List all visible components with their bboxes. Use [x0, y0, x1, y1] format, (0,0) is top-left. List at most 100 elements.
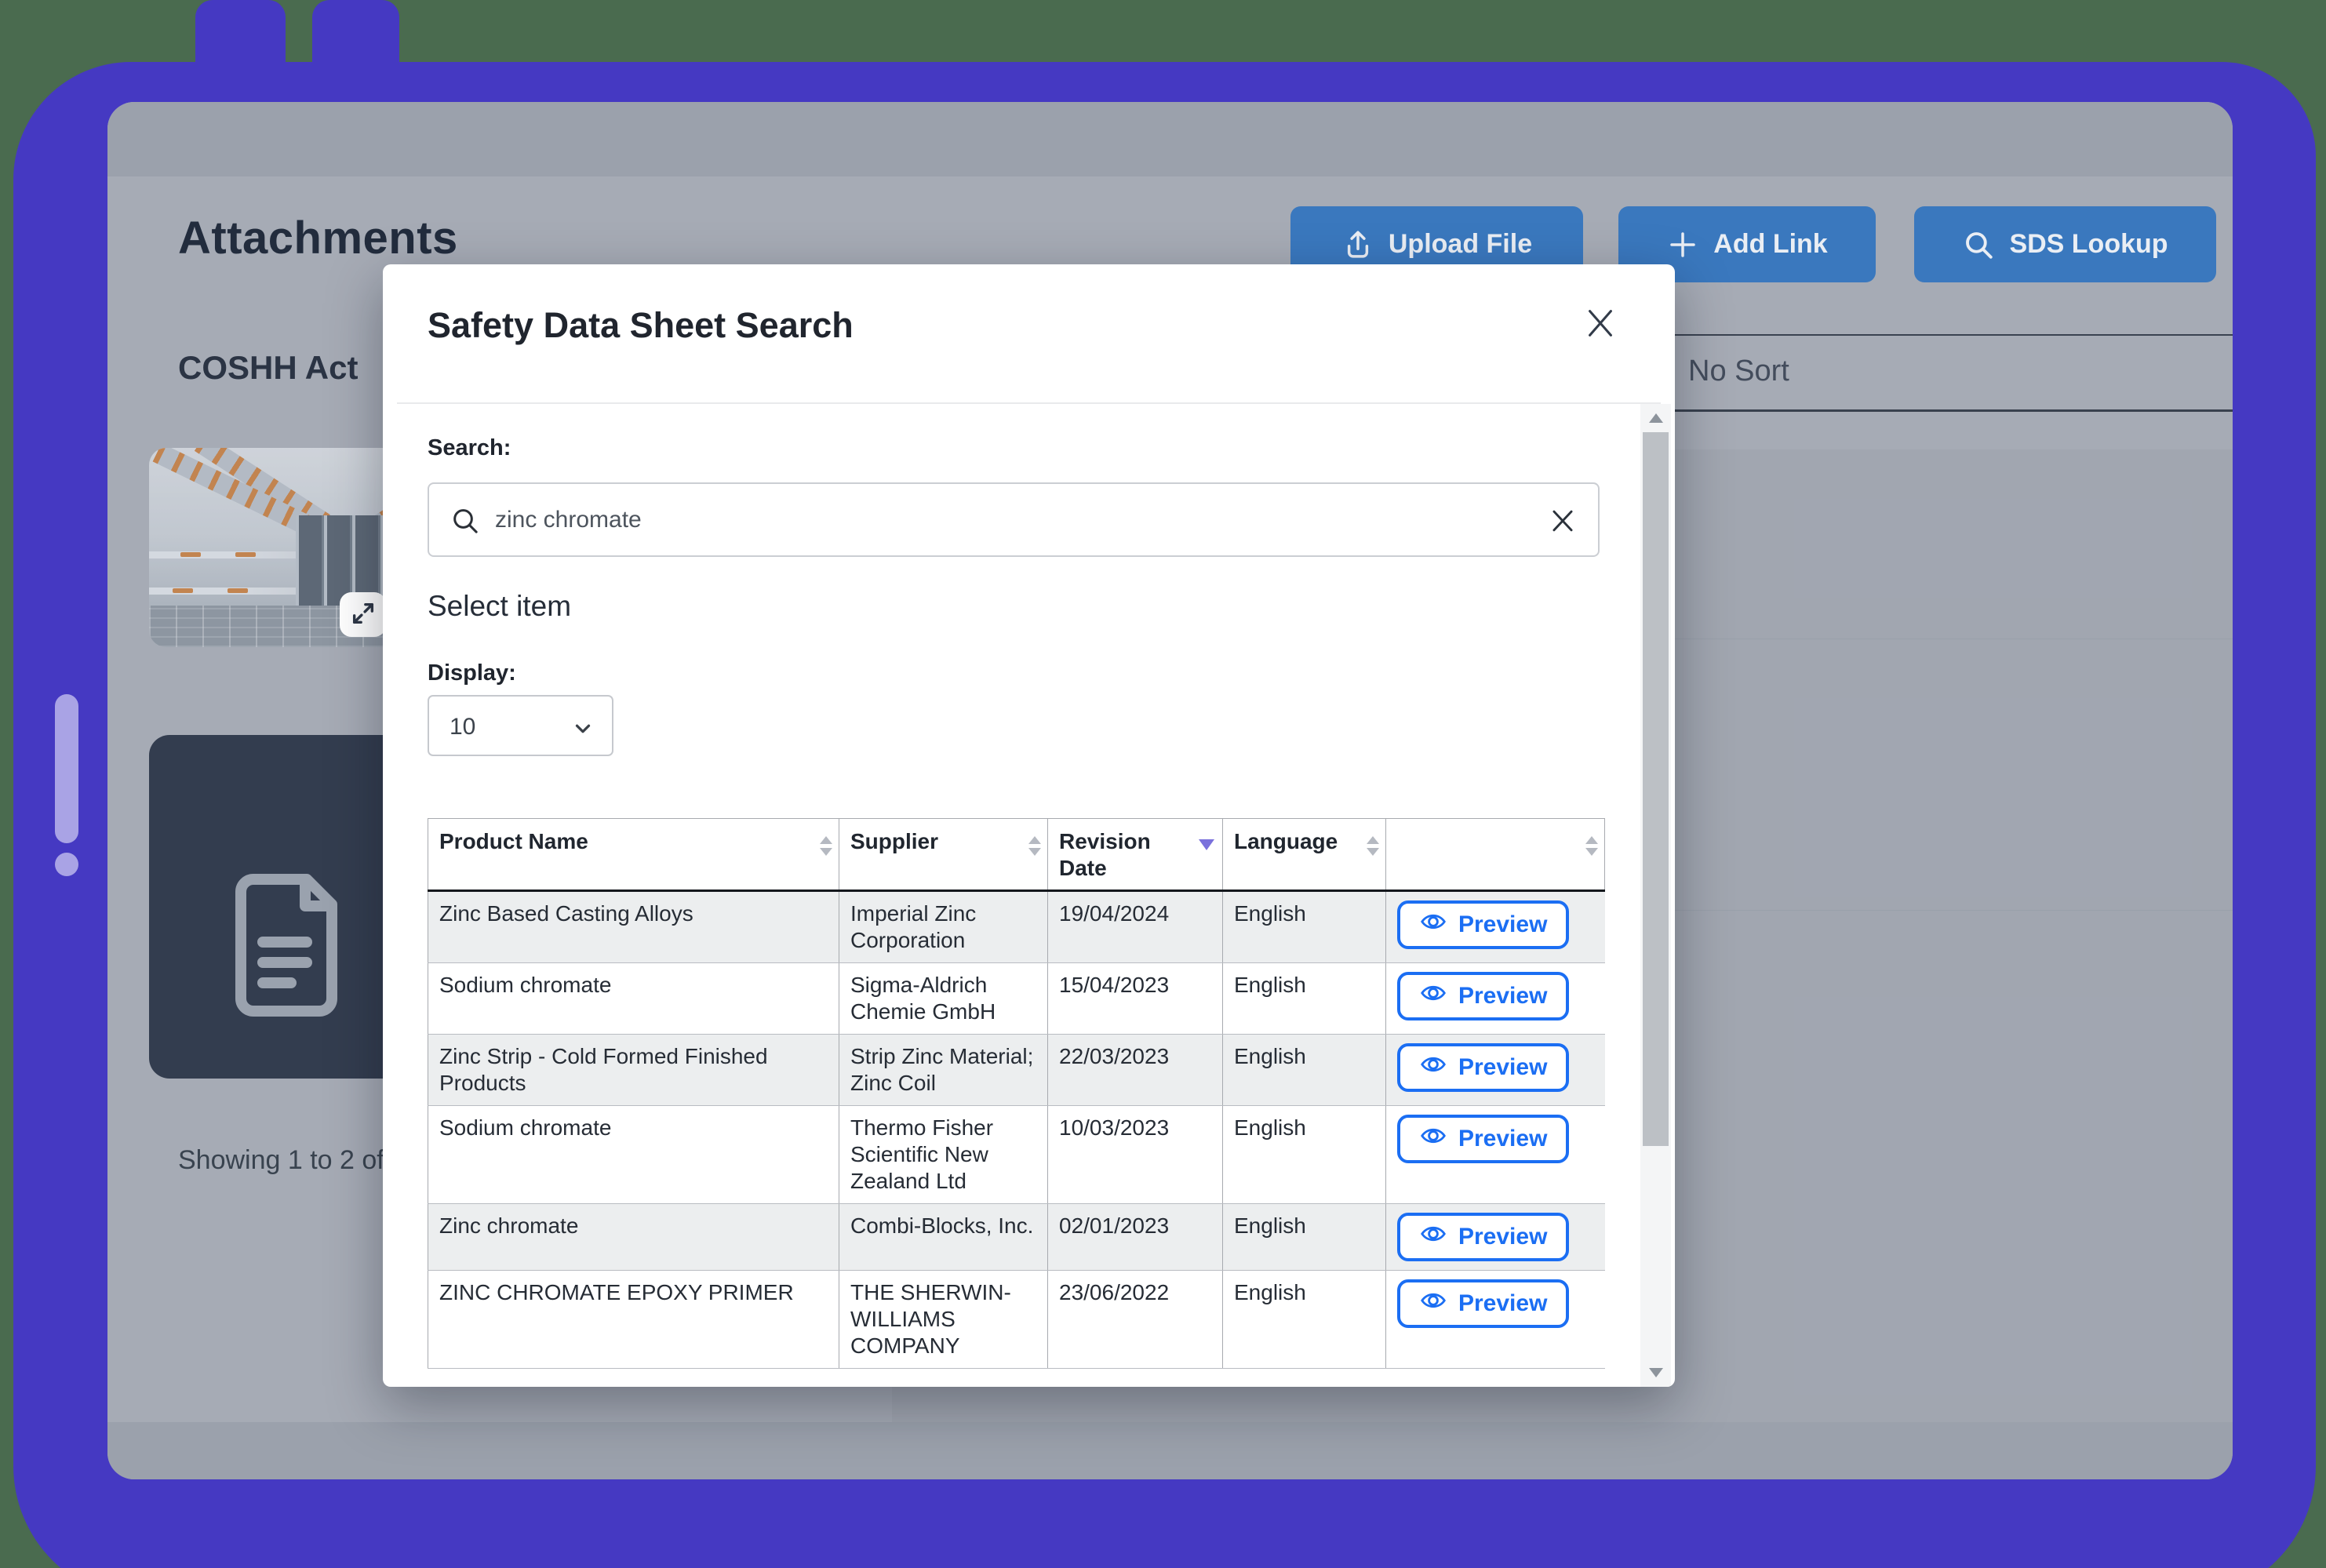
preview-button[interactable]: Preview — [1397, 1279, 1569, 1328]
select-item-label: Select item — [428, 590, 571, 623]
preview-cell: Preview — [1386, 891, 1605, 963]
preview-label: Preview — [1458, 983, 1547, 1010]
preview-button[interactable]: Preview — [1397, 900, 1569, 949]
clear-search-icon[interactable] — [1548, 506, 1578, 536]
language-cell: English — [1223, 963, 1386, 1035]
display-label: Display: — [428, 660, 516, 686]
table-row: ZINC CHROMATE EPOXY PRIMERTHE SHERWIN-WI… — [428, 1271, 1605, 1369]
plus-icon — [1666, 228, 1699, 261]
product-name-cell: Zinc chromate — [428, 1204, 839, 1271]
add-link-label: Add Link — [1713, 229, 1827, 260]
column-header-label: Revision Date — [1059, 829, 1151, 880]
sort-icon — [820, 836, 832, 856]
sort-icon — [1028, 836, 1041, 856]
column-header-revision-date[interactable]: Revision Date — [1048, 819, 1223, 891]
display-count-value: 10 — [450, 714, 475, 740]
language-cell: English — [1223, 891, 1386, 963]
revision-date-cell: 19/04/2024 — [1048, 891, 1223, 963]
search-label: Search: — [428, 435, 511, 461]
product-name-cell: Zinc Strip - Cold Formed Finished Produc… — [428, 1035, 839, 1106]
revision-date-cell: 10/03/2023 — [1048, 1106, 1223, 1204]
column-header-label: Product Name — [439, 829, 588, 853]
preview-button[interactable]: Preview — [1397, 1115, 1569, 1163]
search-field-container — [428, 482, 1600, 557]
upload-file-label: Upload File — [1389, 229, 1532, 260]
close-icon[interactable] — [1582, 305, 1618, 341]
search-input[interactable] — [495, 484, 1515, 555]
column-header-supplier[interactable]: Supplier — [839, 819, 1048, 891]
search-icon — [1962, 228, 1995, 261]
table-header-row: Product Name Supplier Revision Date Languag… — [428, 819, 1605, 891]
preview-label: Preview — [1458, 1054, 1547, 1081]
preview-cell: Preview — [1386, 1035, 1605, 1106]
revision-date-cell: 23/06/2022 — [1048, 1271, 1223, 1369]
scroll-down-icon[interactable] — [1649, 1368, 1663, 1377]
upload-icon — [1341, 228, 1374, 261]
frame-pill-accent — [55, 694, 78, 843]
expand-photo-button[interactable] — [340, 592, 386, 637]
sds-results-table: Product Name Supplier Revision Date Languag… — [428, 818, 1605, 1369]
revision-date-cell: 22/03/2023 — [1048, 1035, 1223, 1106]
preview-button[interactable]: Preview — [1397, 972, 1569, 1020]
table-row: Sodium chromateThermo Fisher Scientific … — [428, 1106, 1605, 1204]
window-top-band — [107, 102, 2233, 176]
language-cell: English — [1223, 1271, 1386, 1369]
eye-icon — [1419, 1220, 1447, 1254]
language-cell: English — [1223, 1035, 1386, 1106]
supplier-cell: Sigma-Aldrich Chemie GmbH — [839, 963, 1048, 1035]
language-cell: English — [1223, 1204, 1386, 1271]
preview-label: Preview — [1458, 1126, 1547, 1152]
modal-title: Safety Data Sheet Search — [428, 305, 854, 346]
scrollbar-thumb[interactable] — [1643, 432, 1669, 1146]
modal-scrollbar[interactable] — [1640, 404, 1671, 1387]
column-header-actions[interactable] — [1386, 819, 1605, 891]
supplier-cell: Thermo Fisher Scientific New Zealand Ltd — [839, 1106, 1048, 1204]
table-row: Zinc Based Casting AlloysImperial Zinc C… — [428, 891, 1605, 963]
revision-date-cell: 02/01/2023 — [1048, 1204, 1223, 1271]
search-icon — [450, 505, 481, 540]
frame-bump — [195, 0, 286, 102]
sds-lookup-label: SDS Lookup — [2009, 229, 2168, 260]
frame-bump — [312, 0, 399, 102]
no-sort-dropdown[interactable]: No Sort — [1688, 355, 1789, 388]
table-row: Sodium chromateSigma-Aldrich Chemie GmbH… — [428, 963, 1605, 1035]
column-header-label: Language — [1234, 829, 1338, 853]
product-name-cell: Sodium chromate — [428, 963, 839, 1035]
supplier-cell: Combi-Blocks, Inc. — [839, 1204, 1048, 1271]
sort-icon — [1585, 836, 1598, 856]
revision-date-cell: 15/04/2023 — [1048, 963, 1223, 1035]
scroll-up-icon[interactable] — [1649, 413, 1663, 423]
column-header-language[interactable]: Language — [1223, 819, 1386, 891]
window-bottom-band — [107, 1422, 2233, 1479]
preview-button[interactable]: Preview — [1397, 1213, 1569, 1261]
preview-button[interactable]: Preview — [1397, 1043, 1569, 1092]
frame-dot-accent — [55, 853, 78, 876]
sds-search-modal: Safety Data Sheet Search Search: Select … — [383, 264, 1675, 1387]
table-row: Zinc chromateCombi-Blocks, Inc.02/01/202… — [428, 1204, 1605, 1271]
section-title-coshh: COSHH Act — [178, 349, 358, 387]
eye-icon — [1419, 1286, 1447, 1321]
column-header-product-name[interactable]: Product Name — [428, 819, 839, 891]
supplier-cell: Imperial Zinc Corporation — [839, 891, 1048, 963]
language-cell: English — [1223, 1106, 1386, 1204]
document-icon — [206, 867, 363, 1024]
preview-cell: Preview — [1386, 1271, 1605, 1369]
eye-icon — [1419, 979, 1447, 1013]
eye-icon — [1419, 1122, 1447, 1156]
sort-desc-icon — [1199, 839, 1214, 850]
product-name-cell: ZINC CHROMATE EPOXY PRIMER — [428, 1271, 839, 1369]
pagination-summary: Showing 1 to 2 of — [178, 1145, 384, 1176]
sds-lookup-button[interactable]: SDS Lookup — [1914, 206, 2216, 282]
preview-cell: Preview — [1386, 1106, 1605, 1204]
display-count-select[interactable]: 10 — [428, 695, 613, 756]
modal-divider — [397, 402, 1661, 404]
preview-label: Preview — [1458, 911, 1547, 938]
chevron-down-icon — [571, 717, 595, 744]
sort-icon — [1367, 836, 1379, 856]
eye-icon — [1419, 1050, 1447, 1085]
column-header-label: Supplier — [850, 829, 938, 853]
preview-label: Preview — [1458, 1224, 1547, 1250]
preview-label: Preview — [1458, 1290, 1547, 1317]
table-row: Zinc Strip - Cold Formed Finished Produc… — [428, 1035, 1605, 1106]
supplier-cell: THE SHERWIN-WILLIAMS COMPANY — [839, 1271, 1048, 1369]
